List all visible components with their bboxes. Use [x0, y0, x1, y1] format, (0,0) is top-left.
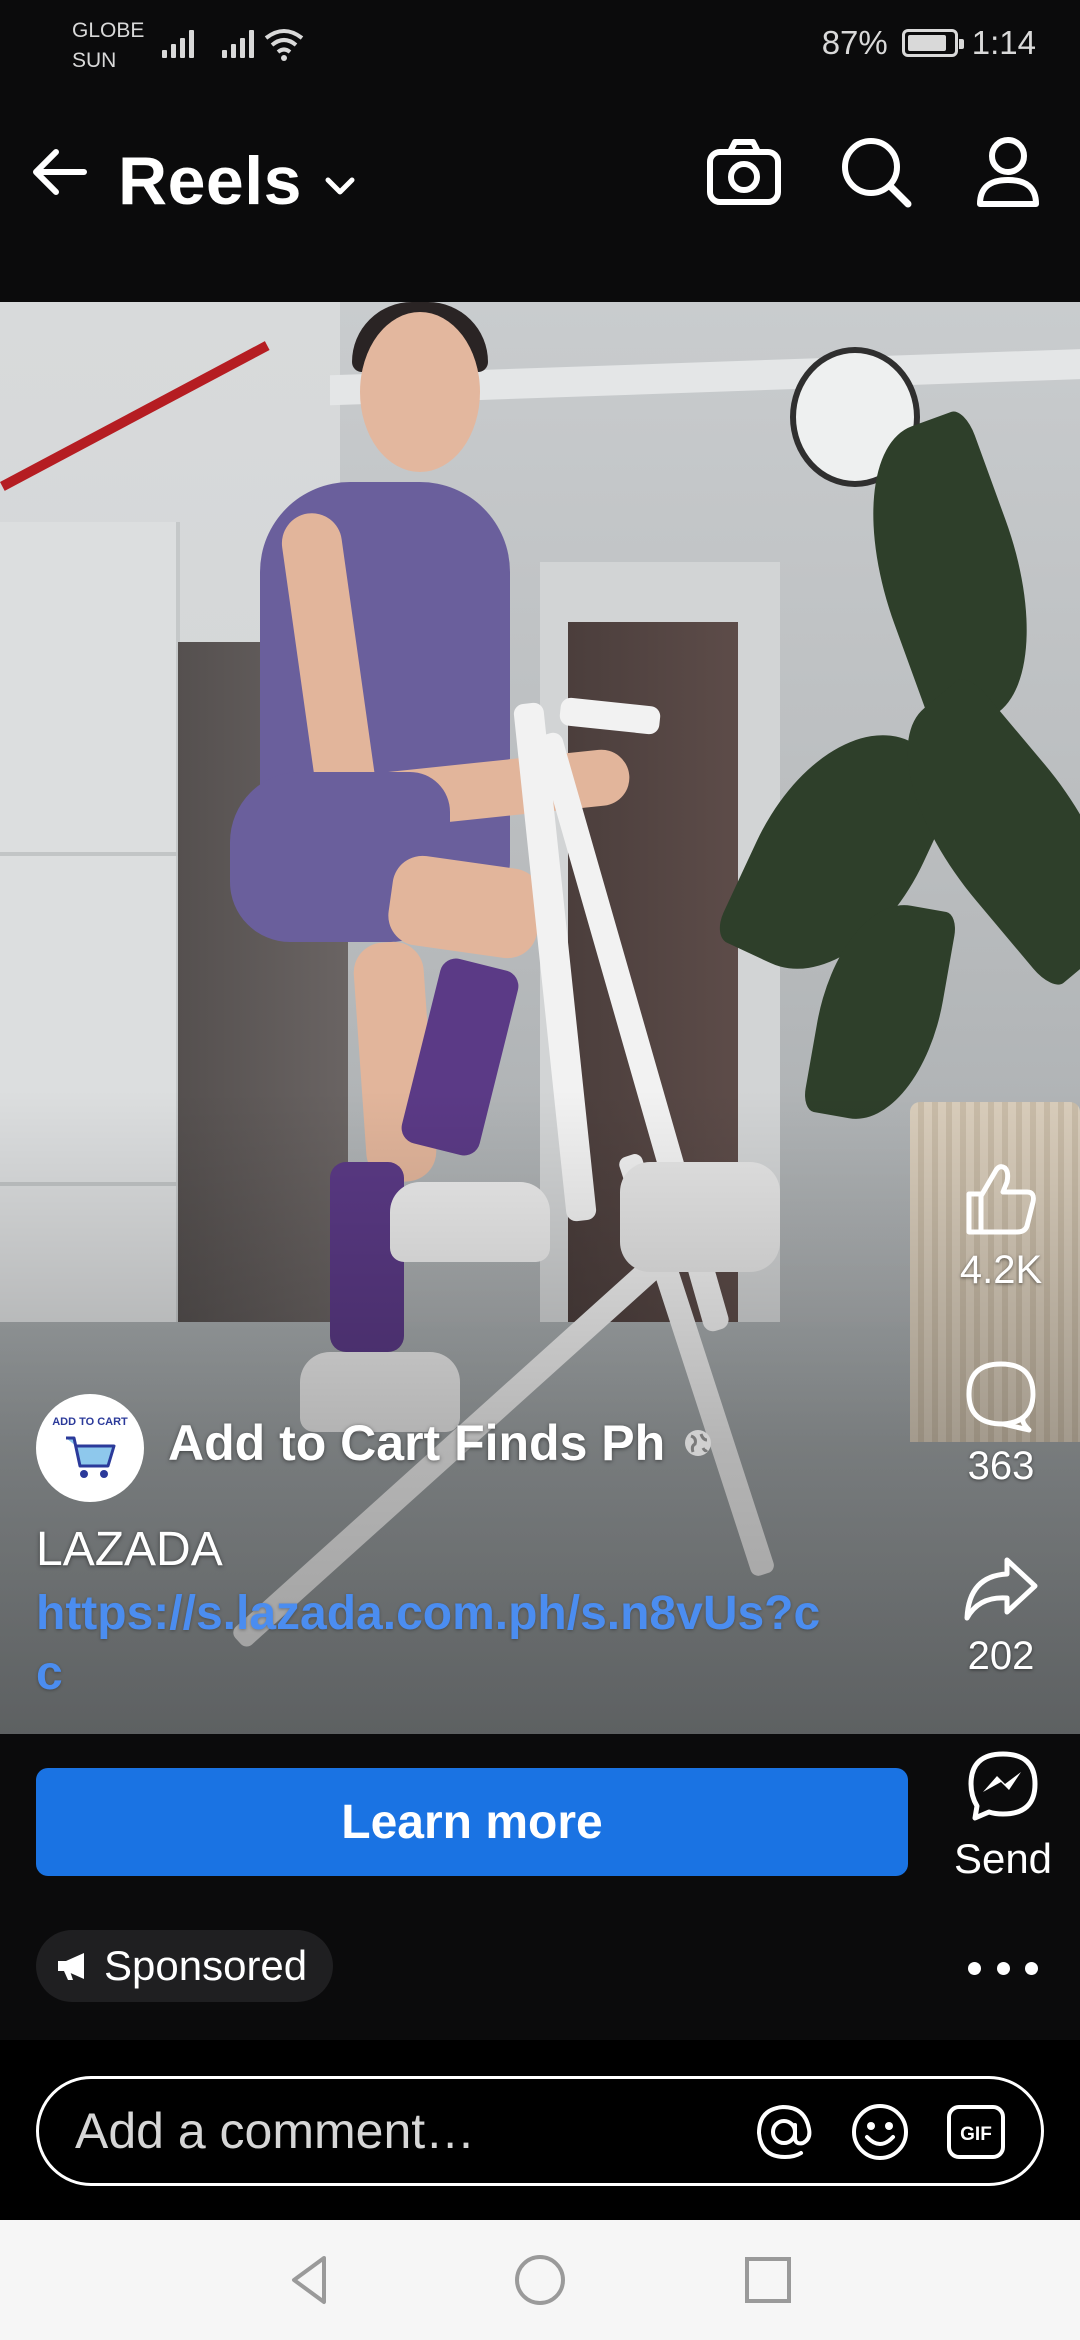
- shopping-cart-icon: [66, 1436, 116, 1478]
- camera-icon[interactable]: [704, 132, 784, 212]
- comment-input[interactable]: [75, 2079, 735, 2183]
- sponsored-badge[interactable]: Sponsored: [36, 1930, 334, 2002]
- gif-icon[interactable]: GIF: [945, 2101, 1007, 2163]
- comment-bubble-icon: [966, 1361, 1036, 1433]
- more-dot-icon: [1025, 1961, 1038, 1975]
- battery-icon: [901, 29, 964, 57]
- status-right: 87% 1:14: [822, 24, 1036, 62]
- clock: 1:14: [971, 24, 1036, 61]
- carrier-line-1: GLOBE: [72, 19, 145, 42]
- arrow-left-icon[interactable]: [26, 138, 94, 206]
- more-options-button[interactable]: [968, 1950, 1038, 1986]
- share-icon: [964, 1557, 1038, 1621]
- like-count: 4.2K: [959, 1248, 1043, 1292]
- svg-text:GIF: GIF: [960, 2124, 992, 2145]
- nav-home-icon[interactable]: [510, 2250, 570, 2310]
- reel-link[interactable]: https://s.lazada.com.ph/s.n8vUs?cc: [36, 1584, 836, 1704]
- messenger-icon: [968, 1751, 1038, 1821]
- page-name[interactable]: Add to Cart Finds Ph: [168, 1414, 665, 1472]
- more-dot-icon: [968, 1961, 981, 1975]
- like-action[interactable]: 4.2K: [936, 1162, 1066, 1293]
- signal-icon: [222, 28, 254, 58]
- search-icon[interactable]: [836, 132, 916, 212]
- send-button[interactable]: Send: [948, 1748, 1058, 1883]
- megaphone-icon: [58, 1953, 84, 1980]
- emoji-icon[interactable]: [849, 2101, 911, 2163]
- nav-back-icon[interactable]: [280, 2250, 340, 2310]
- thumbs-up-icon: [966, 1164, 1036, 1235]
- carrier-label: GLOBE SUN: [72, 16, 144, 76]
- reel-video[interactable]: [0, 302, 1080, 1734]
- share-count: 202: [967, 1634, 1035, 1678]
- send-label: Send: [953, 1835, 1053, 1882]
- sponsored-label: Sponsored: [104, 1942, 308, 1989]
- comment-bar: GIF: [0, 2040, 1080, 2220]
- more-dot-icon: [996, 1961, 1010, 1975]
- avatar-logo-text: ADD TO CART: [52, 1416, 128, 1428]
- comment-box[interactable]: GIF: [36, 2076, 1044, 2186]
- system-nav-bar: [0, 2220, 1080, 2340]
- reel-caption: LAZADA: [36, 1523, 223, 1576]
- page-title: Reels: [118, 143, 302, 219]
- page-name-row[interactable]: Add to Cart Finds Ph: [168, 1414, 713, 1472]
- battery-percent: 87%: [821, 24, 888, 61]
- reels-title-dropdown[interactable]: Reels: [118, 142, 360, 220]
- battery-fill: [907, 35, 947, 51]
- carrier-line-2: SUN: [72, 49, 117, 72]
- learn-more-button[interactable]: Learn more: [36, 1768, 908, 1876]
- comment-count: 363: [967, 1444, 1035, 1488]
- globe-icon: [685, 1430, 712, 1456]
- video-gradient: [0, 302, 1080, 1734]
- status-bar: GLOBE SUN 87% 1:14: [0, 0, 1080, 90]
- share-action[interactable]: 202: [936, 1554, 1066, 1679]
- mention-icon[interactable]: [753, 2101, 815, 2163]
- signal-icon: [162, 28, 194, 58]
- chevron-down-icon: [325, 177, 355, 195]
- profile-icon[interactable]: [968, 132, 1048, 212]
- page-avatar[interactable]: ADD TO CART: [36, 1394, 144, 1502]
- nav-recents-icon[interactable]: [738, 2250, 798, 2310]
- wifi-icon: [264, 29, 304, 61]
- comment-action[interactable]: 363: [936, 1358, 1066, 1489]
- reels-header: Reels: [0, 90, 1080, 302]
